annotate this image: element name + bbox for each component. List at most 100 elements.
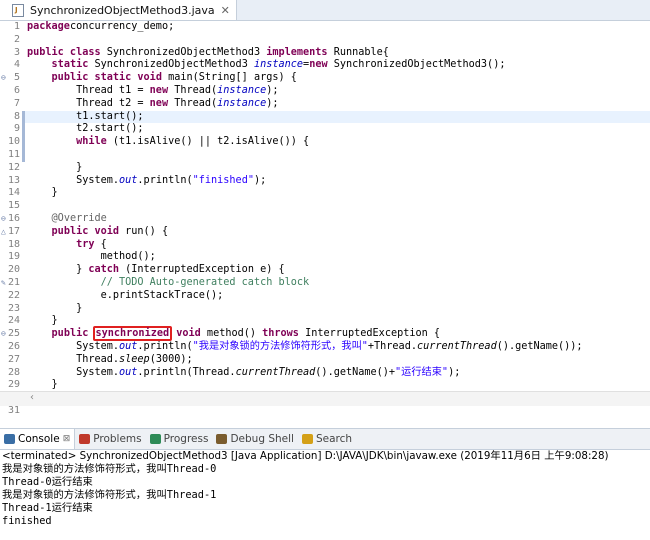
code-token: instance [217, 97, 267, 109]
scroll-left-icon[interactable]: ‹ [30, 392, 34, 403]
code-token: .println(Thread. [137, 366, 236, 378]
code-line[interactable]: t2.start(); [27, 123, 583, 136]
code-line[interactable]: System.out.println(Thread.currentThread(… [27, 367, 583, 380]
occurrence-marker-bar [22, 110, 25, 162]
tab-label: Debug Shell [230, 433, 294, 445]
java-file-icon: J [12, 3, 24, 17]
line-number: 13 [7, 174, 20, 186]
code-line[interactable]: } catch (InterruptedException e) { [27, 264, 583, 277]
code-line[interactable]: public void run() { [27, 226, 583, 239]
code-line[interactable]: method(); [27, 251, 583, 264]
code-token: out [119, 174, 138, 186]
code-line[interactable]: Thread t1 = new Thread(instance); [27, 85, 583, 98]
code-line[interactable]: Thread t2 = new Thread(instance); [27, 98, 583, 111]
code-line[interactable]: } [27, 187, 583, 200]
code-line[interactable] [27, 405, 583, 418]
code-token: ().getName()); [496, 340, 583, 352]
search-icon [301, 434, 313, 444]
override-marker-icon: △ [1, 226, 6, 236]
console-tab-bar: Console ⊠ Problems Progress Debug Shell Searc… [0, 428, 650, 450]
tab-label: Search [315, 433, 353, 445]
line-number: 21 ✎ [1, 276, 20, 288]
editor-tab-synchronizedobjectmethod3[interactable]: J SynchronizedObjectMethod3.java ✕ [0, 0, 237, 20]
horizontal-scrollbar[interactable]: ‹ [0, 391, 650, 406]
tab-console[interactable]: Console ⊠ [0, 429, 76, 449]
console-output-line: finished [2, 515, 52, 527]
code-token: e.printStackTrace(); [27, 289, 224, 301]
code-token: System. [27, 340, 120, 352]
line-number-gutter: 1 2 3 4 5 ⊖ 6 7 8 9 10 11 12 13 14 15 16 ⊖ 17 △ 18 19 20 21 ✎ 22 2… [0, 21, 22, 416]
code-token: new [149, 97, 169, 109]
tab-label: Problems [93, 433, 142, 445]
code-token: catch [88, 264, 120, 276]
tab-problems[interactable]: Problems [75, 433, 145, 445]
line-number: 25 ⊖ [1, 328, 20, 341]
line-number: 19 [7, 251, 20, 263]
tab-progress[interactable]: Progress [146, 433, 213, 445]
code-line[interactable]: System.out.println("finished"); [27, 175, 583, 188]
code-line[interactable]: public static void main(String[] args) { [27, 72, 583, 85]
line-number: 20 [7, 264, 20, 276]
console-output-line: Thread-1运行结束 [2, 502, 93, 514]
close-icon[interactable]: ⊠ [63, 434, 71, 444]
code-line[interactable]: // TODO Auto-generated catch block [27, 277, 583, 290]
code-token: instance [253, 59, 304, 71]
code-line[interactable] [27, 149, 583, 162]
console-output[interactable]: 我是对象锁的方法修饰符形式，我叫Thread-0 Thread-0运行结束 我是对象… [2, 463, 216, 528]
code-token: (t1.isAlive() || t2.isAlive()) { [106, 136, 310, 148]
line-number: 7 [13, 97, 20, 109]
tab-debug-shell[interactable]: Debug Shell [212, 433, 297, 445]
line-number: 6 [13, 84, 20, 96]
code-line[interactable] [27, 200, 583, 213]
code-line[interactable]: public synchronized void method() throws… [27, 326, 583, 342]
code-token: InterruptedException { [298, 328, 441, 340]
line-number: 14 [7, 187, 20, 199]
code-token: SynchronizedObjectMethod3 [88, 59, 254, 71]
code-line[interactable]: } [27, 303, 583, 316]
code-line[interactable]: @Override [27, 213, 583, 226]
code-line[interactable]: t1.start(); [27, 111, 583, 124]
code-token: Thread t2 = [27, 97, 150, 109]
code-line[interactable]: e.printStackTrace(); [27, 290, 583, 303]
code-line[interactable]: Thread.sleep(3000); [27, 354, 583, 367]
line-number: 1 [13, 21, 20, 32]
code-line[interactable]: } [27, 162, 583, 175]
code-content[interactable]: packageconcurrency_demo;public class Syn… [27, 21, 583, 418]
code-token: } [27, 379, 58, 391]
code-token: System. [27, 174, 120, 186]
code-line[interactable]: static SynchronizedObjectMethod3 instanc… [27, 59, 583, 72]
code-line[interactable]: public class SynchronizedObjectMethod3 i… [27, 47, 583, 60]
code-token: void [176, 328, 201, 340]
line-number: 4 [13, 59, 20, 71]
code-editor[interactable]: 1 2 3 4 5 ⊖ 6 7 8 9 10 11 12 13 14 15 16 ⊖ 17 △ 18 19 20 21 ✎ 22 2… [0, 21, 650, 416]
console-icon [4, 434, 15, 444]
code-token: t2.start(); [27, 123, 144, 135]
code-token: } [27, 264, 89, 276]
code-token: out [119, 340, 138, 352]
console-output-line: 我是对象锁的方法修饰符形式，我叫Thread-0 [2, 463, 217, 475]
tab-search[interactable]: Search [298, 433, 356, 445]
code-line[interactable]: packageconcurrency_demo; [27, 21, 583, 34]
line-number: 18 [7, 238, 20, 250]
close-icon[interactable]: ✕ [221, 4, 230, 17]
code-token: public class [27, 46, 101, 58]
code-token: } [27, 302, 83, 314]
code-line[interactable]: try { [27, 239, 583, 252]
code-line[interactable] [27, 34, 583, 47]
code-token: new [149, 84, 169, 96]
code-token: +Thread. [367, 340, 417, 352]
code-token: Thread( [168, 97, 218, 109]
code-line[interactable]: while (t1.isAlive() || t2.isAlive()) { [27, 136, 583, 149]
fold-toggle-icon[interactable]: ⊖ [1, 72, 6, 85]
line-number: 2 [13, 33, 20, 45]
editor-tab-bar: J SynchronizedObjectMethod3.java ✕ [0, 0, 650, 21]
fold-toggle-icon[interactable]: ⊖ [1, 328, 6, 341]
code-line[interactable]: System.out.println("我是对象锁的方法修饰符形式，我叫"+Th… [27, 341, 583, 354]
fold-toggle-icon[interactable]: ⊖ [1, 213, 6, 226]
code-token: (3000); [149, 353, 193, 365]
code-token: Thread( [168, 84, 218, 96]
